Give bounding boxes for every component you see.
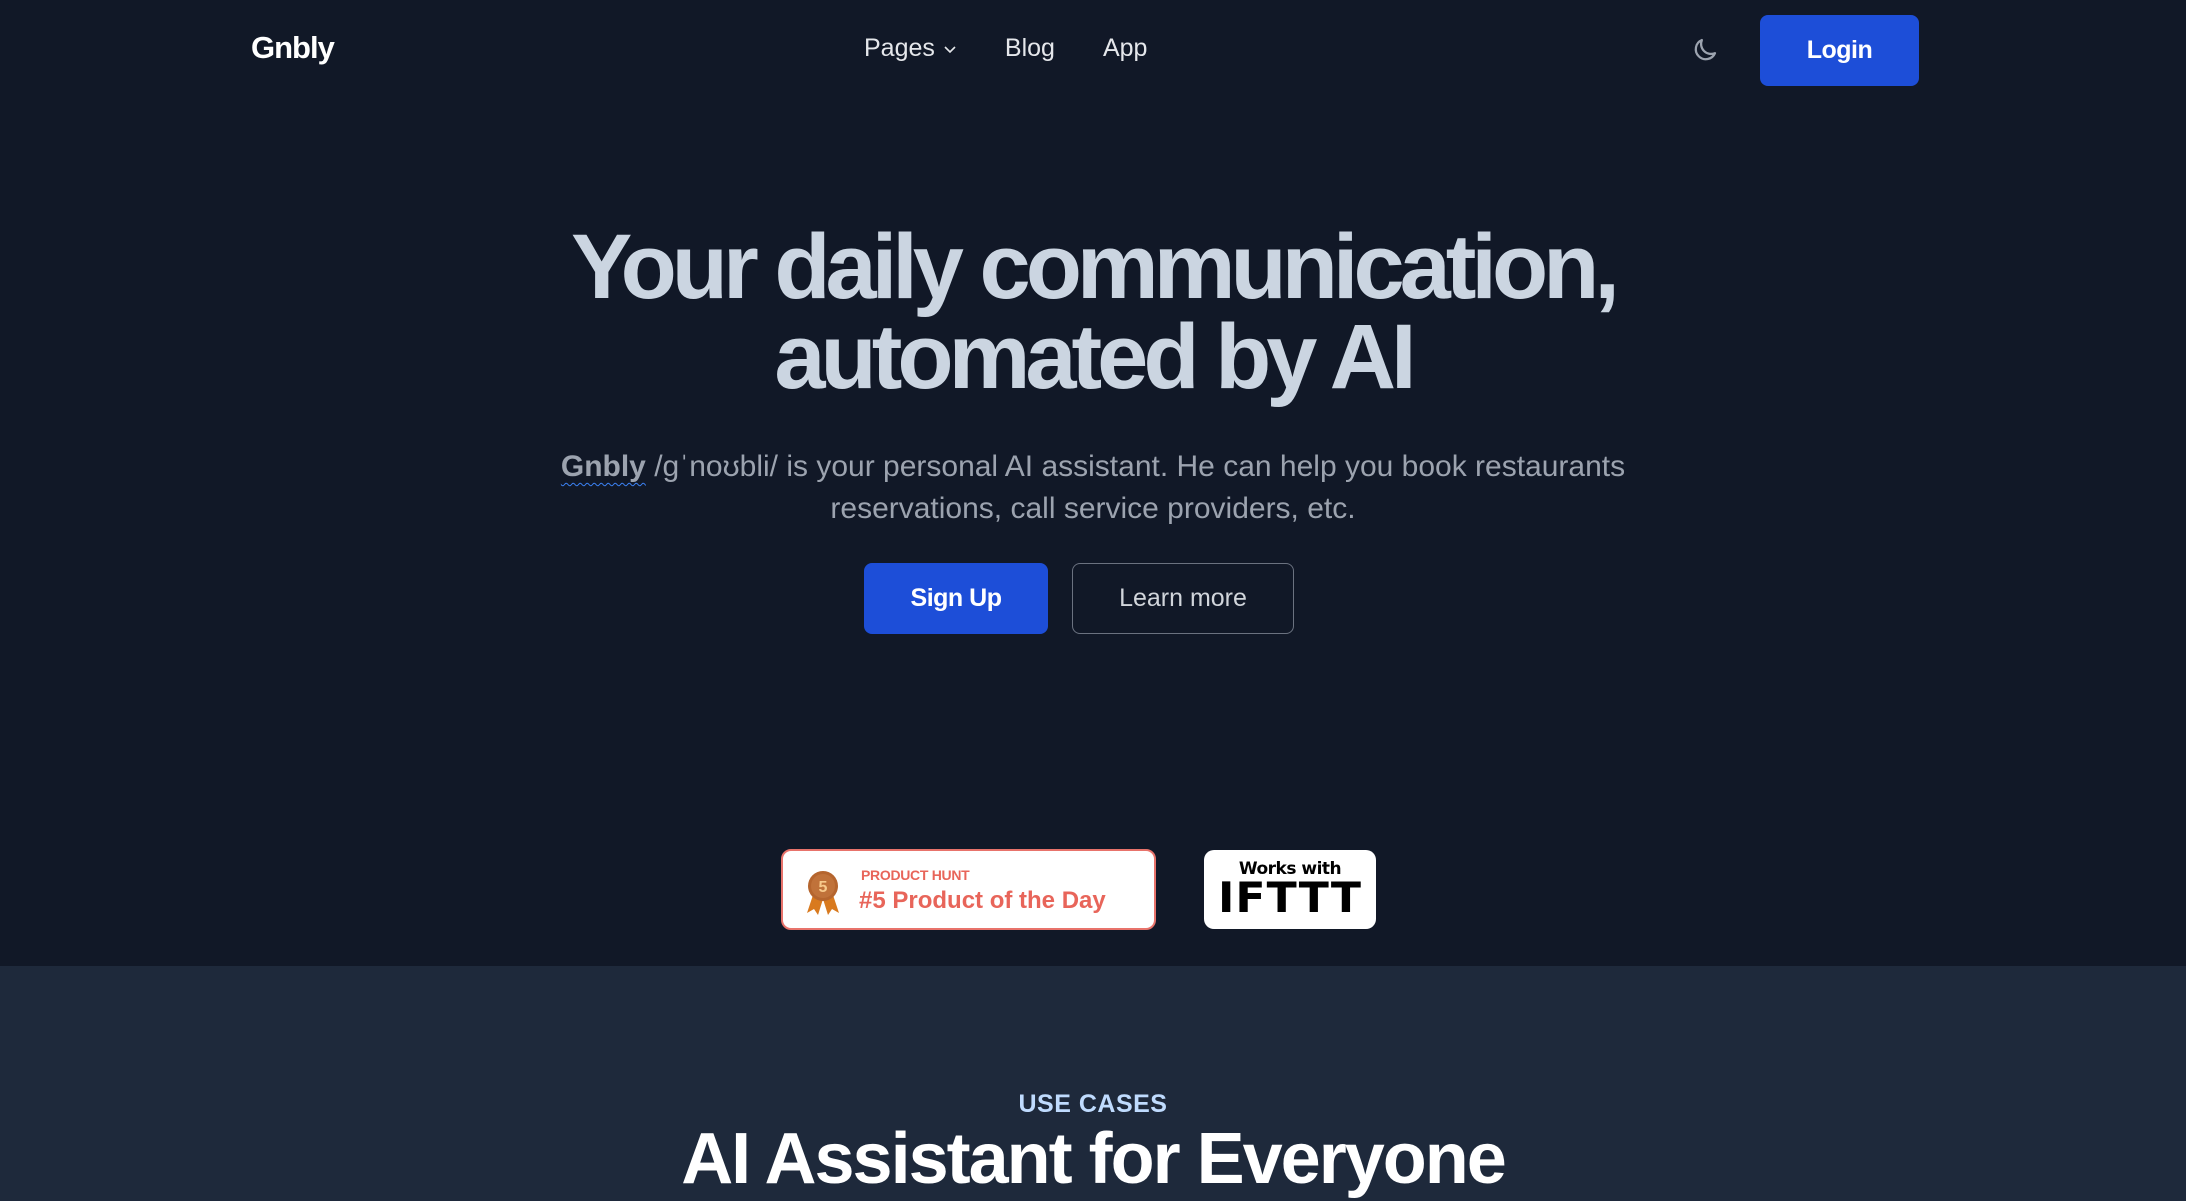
nav-links: Pages Blog App	[864, 34, 1147, 63]
login-button[interactable]: Login	[1760, 15, 1919, 86]
nav-pages-label: Pages	[864, 34, 935, 62]
product-hunt-label: PRODUCT HUNT	[861, 867, 970, 883]
product-hunt-title: #5 Product of the Day	[859, 887, 1106, 914]
sign-up-button[interactable]: Sign Up	[864, 563, 1048, 634]
ifttt-logo-text: IFTTT	[1217, 873, 1363, 922]
medal-rank: 5	[819, 879, 828, 896]
nav-app-label: App	[1102, 34, 1148, 62]
hero-subtitle: Gnbly /ɡˈnoʊbli/ is your personal AI ass…	[0, 446, 2186, 530]
cta-buttons: Sign Up Learn more	[864, 563, 1294, 634]
product-hunt-badge[interactable]: 5 PRODUCT HUNT #5 Product of the Day	[781, 849, 1156, 930]
navbar: Gnbly Pages Blog App Login	[0, 0, 2186, 100]
use-cases-eyebrow: USE CASES	[1018, 1090, 1168, 1118]
use-cases-section: USE CASES AI Assistant for Everyone	[0, 966, 2186, 1201]
nav-app-link[interactable]: App	[1103, 34, 1147, 63]
learn-more-button[interactable]: Learn more	[1072, 563, 1294, 634]
nav-blog-link[interactable]: Blog	[1005, 34, 1055, 63]
moon-icon	[1694, 38, 1717, 61]
chevron-down-icon	[944, 45, 956, 53]
use-cases-title: AI Assistant for Everyone	[681, 1119, 1507, 1199]
theme-toggle-button[interactable]	[1690, 35, 1720, 65]
ifttt-badge[interactable]: Works with IFTTT	[1204, 850, 1376, 929]
hero-title: Your daily communication, automated by A…	[0, 221, 2186, 403]
medal-icon: 5	[807, 871, 839, 915]
hero-title-line1: Your daily communication,	[571, 216, 1620, 318]
logo[interactable]: Gnbly	[251, 30, 335, 66]
hero-subtitle-line1: /ɡˈnoʊbli/ is your personal AI assistant…	[645, 450, 1626, 483]
hero-subtitle-line2: reservations, call service providers, et…	[830, 492, 1356, 525]
brand-name: Gnbly	[560, 450, 646, 483]
nav-pages-dropdown[interactable]: Pages	[864, 34, 957, 63]
hero-title-line2: automated by AI	[774, 306, 1416, 408]
nav-blog-label: Blog	[1004, 34, 1055, 62]
